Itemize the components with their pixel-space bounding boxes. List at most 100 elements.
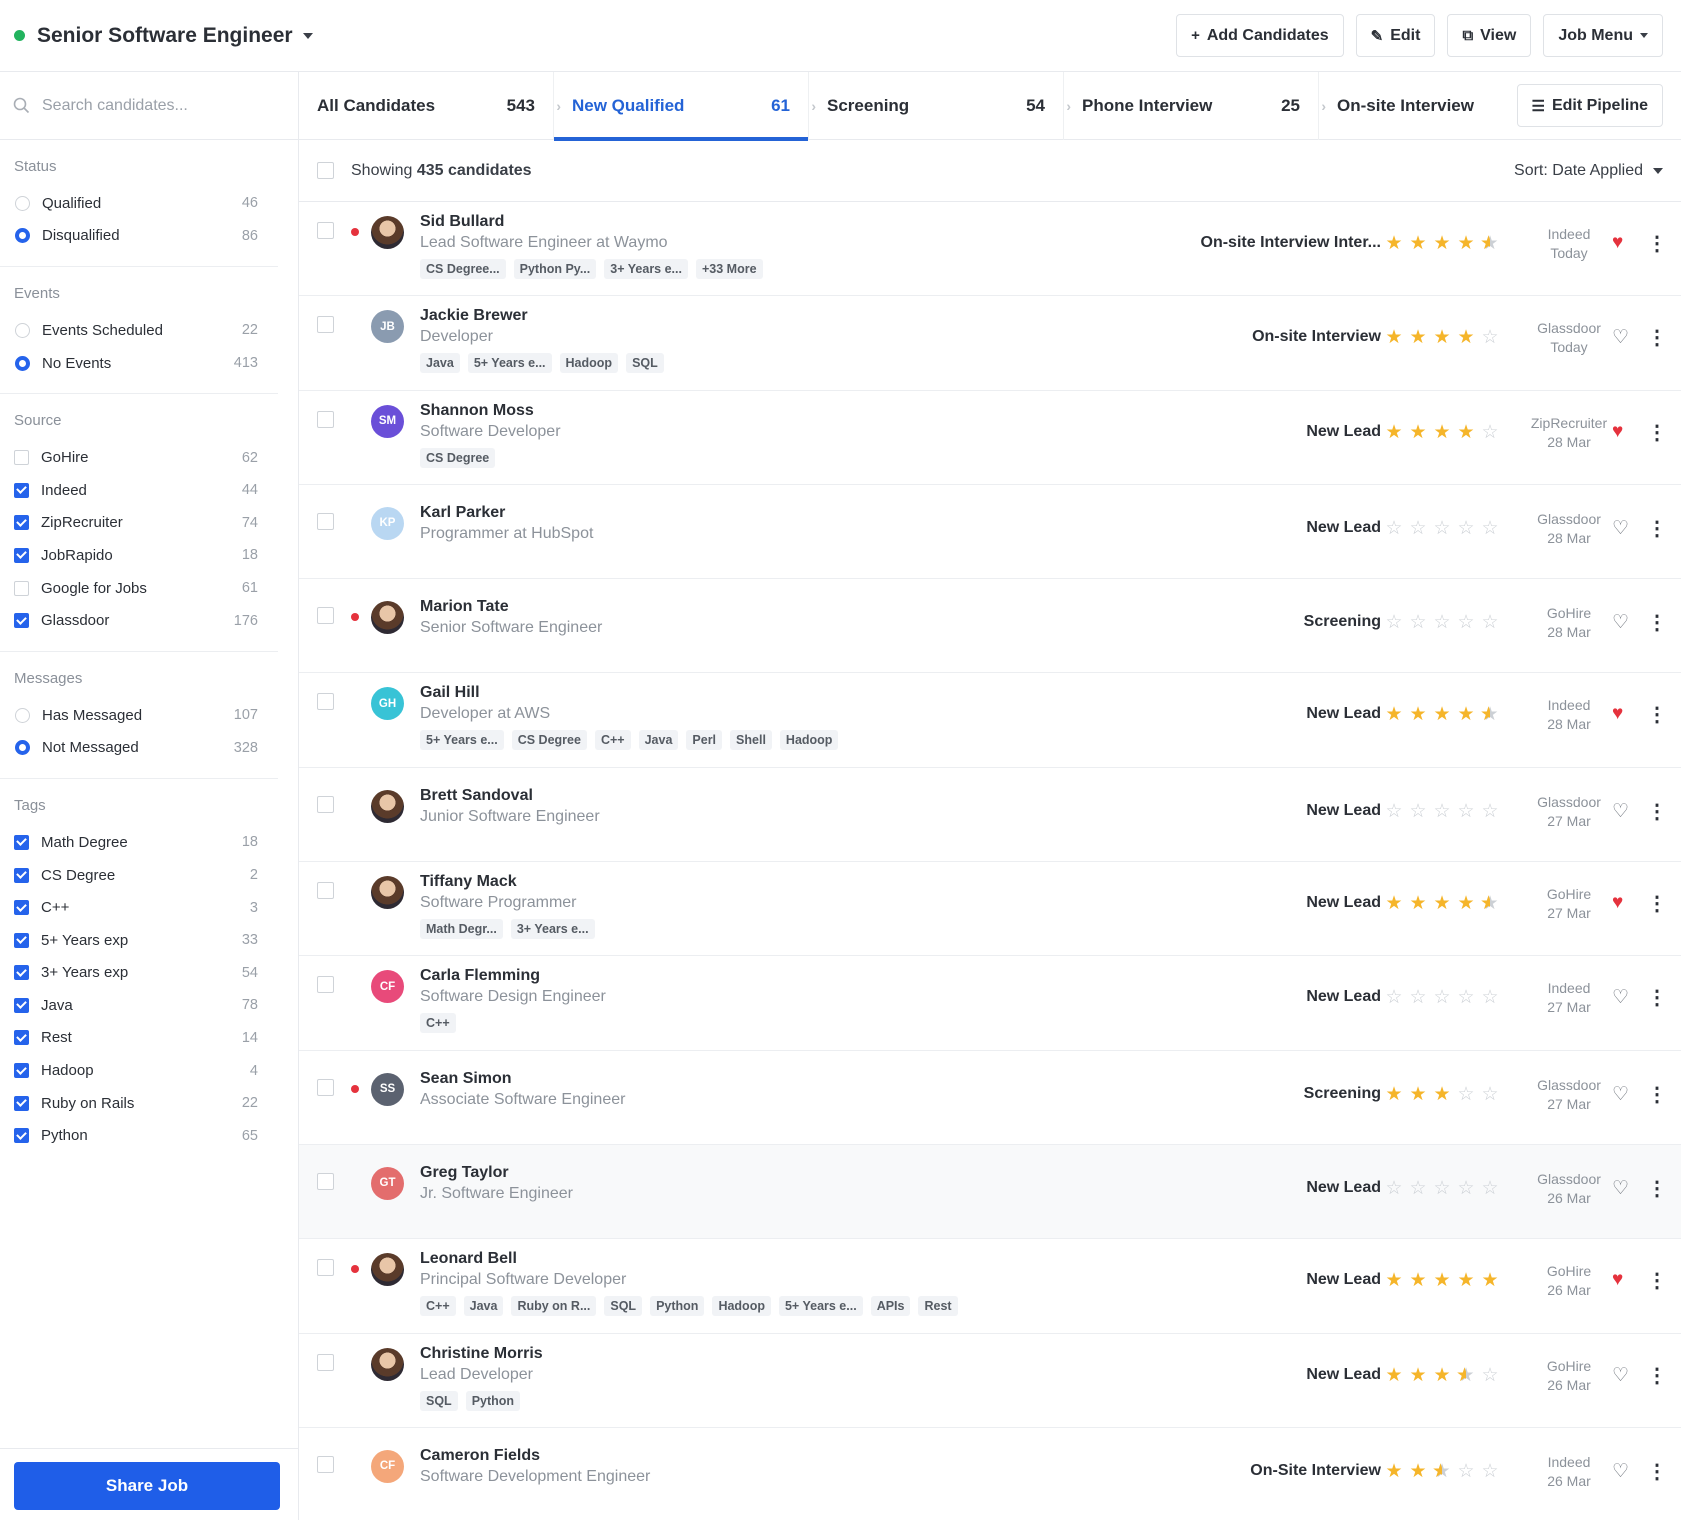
star-icon[interactable]: ★ xyxy=(1408,705,1428,725)
star-icon[interactable]: ★ xyxy=(1432,1271,1452,1291)
more-options-icon[interactable]: ⋮ xyxy=(1647,802,1667,822)
edit-button[interactable]: ✎ Edit xyxy=(1355,14,1436,57)
tab-all-candidates[interactable]: All Candidates 543 › xyxy=(299,72,561,140)
star-icon[interactable]: ★ xyxy=(1480,894,1500,915)
star-icon[interactable]: ★ xyxy=(1480,1271,1500,1291)
star-icon[interactable]: ★ xyxy=(1456,705,1476,725)
checkbox[interactable] xyxy=(14,900,29,916)
checkbox[interactable] xyxy=(14,450,29,466)
star-icon[interactable]: ☆ xyxy=(1480,1178,1500,1199)
star-icon[interactable]: ☆ xyxy=(1456,988,1476,1008)
star-icon[interactable]: ☆ xyxy=(1480,613,1500,633)
filter-option-rest[interactable]: Rest 14 xyxy=(14,1022,258,1055)
candidate-row[interactable]: GH Gail Hill Developer at AWS 5+ Years e...… xyxy=(299,673,1681,768)
star-icon[interactable]: ☆ xyxy=(1384,988,1404,1008)
candidate-checkbox[interactable] xyxy=(317,1259,334,1277)
candidate-row[interactable]: GT Greg Taylor Jr. Software Engineer New Le… xyxy=(299,1144,1681,1240)
candidate-checkbox[interactable] xyxy=(317,607,334,625)
star-rating[interactable]: ★ ★ ★ ★ ★ xyxy=(1384,894,1500,915)
checkbox[interactable] xyxy=(14,867,29,883)
share-job-button[interactable]: Share Job xyxy=(14,1462,280,1510)
checkbox[interactable] xyxy=(14,580,29,596)
star-icon[interactable]: ☆ xyxy=(1432,518,1452,539)
star-rating[interactable]: ☆ ☆ ☆ ☆ ☆ xyxy=(1384,801,1500,822)
filter-option-google-for-jobs[interactable]: Google for Jobs 61 xyxy=(14,572,258,605)
radio-button[interactable] xyxy=(15,195,30,211)
star-icon[interactable]: ☆ xyxy=(1432,801,1452,822)
radio-button[interactable] xyxy=(15,228,30,244)
heart-icon[interactable]: ♡ xyxy=(1612,800,1629,823)
star-icon[interactable]: ★ xyxy=(1432,1084,1452,1105)
star-icon[interactable]: ★ xyxy=(1456,234,1476,254)
edit-pipeline-button[interactable]: ☰ Edit Pipeline xyxy=(1516,84,1663,127)
checkbox[interactable] xyxy=(14,547,29,563)
checkbox[interactable] xyxy=(14,932,29,948)
candidate-checkbox[interactable] xyxy=(317,693,334,711)
star-icon[interactable]: ★ xyxy=(1408,422,1428,443)
candidate-row[interactable]: SS Sean Simon Associate Software Engineer S… xyxy=(299,1051,1681,1145)
filter-option-3-years-exp[interactable]: 3+ Years exp 54 xyxy=(14,957,258,990)
star-icon[interactable]: ★ xyxy=(1456,328,1476,348)
star-rating[interactable]: ★ ★ ★ ★ ★ xyxy=(1384,234,1500,255)
star-icon[interactable]: ☆ xyxy=(1456,1178,1476,1199)
heart-icon[interactable]: ♡ xyxy=(1612,1364,1629,1387)
tab-phone-interview[interactable]: Phone Interview 25 › xyxy=(1064,72,1326,140)
candidate-row[interactable]: Sid Bullard Lead Software Engineer at Way… xyxy=(299,202,1681,297)
star-icon[interactable]: ☆ xyxy=(1456,1084,1476,1105)
more-options-icon[interactable]: ⋮ xyxy=(1647,894,1667,914)
heart-icon[interactable]: ♡ xyxy=(1612,1177,1629,1200)
sort-dropdown[interactable]: Sort: Date Applied xyxy=(1514,162,1663,180)
star-icon[interactable]: ☆ xyxy=(1480,1461,1500,1482)
heart-icon[interactable]: ♡ xyxy=(1612,1083,1629,1106)
candidate-checkbox[interactable] xyxy=(317,316,334,334)
star-icon[interactable]: ★ xyxy=(1408,328,1428,348)
more-options-icon[interactable]: ⋮ xyxy=(1647,1179,1667,1199)
candidate-checkbox[interactable] xyxy=(317,410,334,428)
star-icon[interactable]: ★ xyxy=(1384,705,1404,725)
heart-icon[interactable]: ♡ xyxy=(1612,1460,1629,1483)
star-icon[interactable]: ★ xyxy=(1456,422,1476,443)
checkbox[interactable] xyxy=(14,1063,29,1079)
candidate-checkbox[interactable] xyxy=(317,512,334,530)
heart-icon[interactable]: ♥ xyxy=(1612,421,1623,443)
star-icon[interactable]: ☆ xyxy=(1456,801,1476,822)
star-icon[interactable]: ★ xyxy=(1384,234,1404,254)
star-icon[interactable]: ☆ xyxy=(1480,1365,1500,1386)
filter-option-not-messaged[interactable]: Not Messaged 328 xyxy=(14,732,258,765)
filter-option-python[interactable]: Python 65 xyxy=(14,1119,258,1152)
star-rating[interactable]: ★★★★☆ xyxy=(1384,422,1500,443)
star-rating[interactable]: ★ ★ ★ ★ ★ xyxy=(1384,705,1500,726)
heart-icon[interactable]: ♥ xyxy=(1612,892,1623,914)
star-icon[interactable]: ★ xyxy=(1384,422,1404,443)
candidate-checkbox[interactable] xyxy=(317,1353,334,1371)
filter-option-no-events[interactable]: No Events 413 xyxy=(14,347,258,380)
star-icon[interactable]: ☆ xyxy=(1480,328,1500,348)
candidate-name[interactable]: Tiffany Mack xyxy=(420,872,595,892)
star-icon[interactable]: ★ xyxy=(1432,1461,1452,1482)
star-rating[interactable]: ☆ ☆ ☆ ☆ ☆ xyxy=(1384,1178,1500,1199)
checkbox[interactable] xyxy=(14,1128,29,1144)
filter-option-c-[interactable]: C++ 3 xyxy=(14,891,258,924)
heart-icon[interactable]: ♥ xyxy=(1612,1269,1623,1291)
candidate-name[interactable]: Leonard Bell xyxy=(420,1249,958,1269)
checkbox[interactable] xyxy=(14,482,29,498)
radio-button[interactable] xyxy=(15,740,30,756)
candidate-row[interactable]: KP Karl Parker Programmer at HubSpot New Le… xyxy=(299,485,1681,580)
more-options-icon[interactable]: ⋮ xyxy=(1647,613,1667,633)
heart-icon[interactable]: ♡ xyxy=(1612,611,1629,634)
star-icon[interactable]: ★ xyxy=(1480,705,1500,726)
candidate-row[interactable]: Christine Morris Lead Developer SQL Python N… xyxy=(299,1334,1681,1428)
star-rating[interactable]: ☆ ☆ ☆ ☆ ☆ xyxy=(1384,988,1500,1008)
radio-button[interactable] xyxy=(15,322,30,338)
star-icon[interactable]: ★ xyxy=(1384,1084,1404,1105)
filter-option-java[interactable]: Java 78 xyxy=(14,989,258,1022)
checkbox[interactable] xyxy=(14,834,29,850)
star-icon[interactable]: ★ xyxy=(1408,1271,1428,1291)
heart-icon[interactable]: ♡ xyxy=(1612,326,1629,349)
star-rating[interactable]: ★★★☆☆ xyxy=(1384,1084,1500,1105)
filter-option-glassdoor[interactable]: Glassdoor 176 xyxy=(14,604,258,637)
more-options-icon[interactable]: ⋮ xyxy=(1647,1271,1667,1291)
star-icon[interactable]: ☆ xyxy=(1480,1084,1500,1105)
filter-option-cs-degree[interactable]: CS Degree 2 xyxy=(14,859,258,892)
star-icon[interactable]: ☆ xyxy=(1408,801,1428,822)
